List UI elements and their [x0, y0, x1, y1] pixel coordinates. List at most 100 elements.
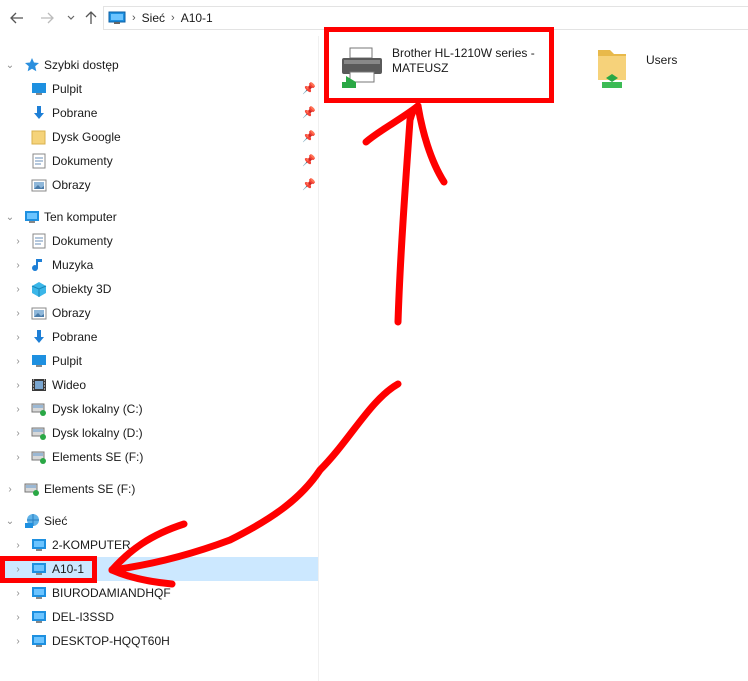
- annotation-box-printer: [324, 27, 554, 103]
- tree-label: DEL-I3SSD: [52, 610, 115, 624]
- chevron-right-icon[interactable]: ›: [12, 229, 24, 253]
- chevron-right-icon[interactable]: ›: [4, 477, 16, 501]
- chevron-down-icon: [67, 15, 75, 20]
- tree-item-biurodamiandhqf[interactable]: › BIURODAMIANDHQF: [0, 581, 318, 605]
- tree-item-dokumenty-pc[interactable]: › Dokumenty: [0, 229, 318, 253]
- tree-label: Wideo: [52, 378, 87, 392]
- breadcrumb-separator[interactable]: ›: [171, 12, 175, 24]
- tree-label: Dysk lokalny (C:): [52, 402, 143, 416]
- computer-icon: [32, 587, 46, 599]
- chevron-right-icon[interactable]: ›: [12, 253, 24, 277]
- pin-icon[interactable]: 📌: [302, 154, 316, 168]
- computer-icon: [32, 611, 46, 623]
- tree-label: Dysk lokalny (D:): [52, 426, 143, 440]
- video-icon: [32, 379, 46, 391]
- tree-item-pulpit[interactable]: Pulpit 📌: [0, 77, 318, 101]
- tree-label: BIURODAMIANDHQF: [52, 586, 171, 600]
- chevron-down-icon[interactable]: ⌄: [4, 53, 16, 77]
- tree-this-pc[interactable]: ⌄ Ten komputer: [0, 205, 318, 229]
- tree-label: Dokumenty: [52, 234, 113, 248]
- tree-item-obiekty-3d[interactable]: › Obiekty 3D: [0, 277, 318, 301]
- tree-item-drive-c[interactable]: › Dysk lokalny (C:): [0, 397, 318, 421]
- desktop-icon: [32, 83, 46, 95]
- tree-item-del-i3ssd[interactable]: › DEL-I3SSD: [0, 605, 318, 629]
- recent-locations-button[interactable]: [64, 6, 78, 30]
- pictures-icon: [31, 307, 47, 320]
- chevron-right-icon[interactable]: ›: [12, 605, 24, 629]
- tree-label: Pulpit: [52, 82, 83, 96]
- pane-splitter[interactable]: [318, 36, 319, 681]
- tree-item-muzyka[interactable]: › Muzyka: [0, 253, 318, 277]
- tree-item-dysk-google[interactable]: Dysk Google 📌: [0, 125, 318, 149]
- tree-item-dokumenty[interactable]: Dokumenty 📌: [0, 149, 318, 173]
- pin-icon[interactable]: 📌: [302, 82, 316, 96]
- tree-item-pulpit-pc[interactable]: › Pulpit: [0, 349, 318, 373]
- tree-label: Muzyka: [52, 258, 94, 272]
- tree-item-drive-d[interactable]: › Dysk lokalny (D:): [0, 421, 318, 445]
- tree-quick-access[interactable]: ⌄ Szybki dostęp: [0, 53, 318, 77]
- chevron-right-icon[interactable]: ›: [12, 445, 24, 469]
- chevron-right-icon[interactable]: ›: [12, 277, 24, 301]
- 3d-objects-icon: [31, 282, 47, 297]
- tree-item-obrazy[interactable]: Obrazy 📌: [0, 173, 318, 197]
- chevron-right-icon[interactable]: ›: [12, 373, 24, 397]
- pictures-icon: [31, 179, 47, 192]
- documents-icon: [32, 153, 46, 169]
- tree-label: DESKTOP-HQQT60H: [52, 634, 170, 648]
- pin-icon[interactable]: 📌: [302, 178, 316, 192]
- tree-item-obrazy-pc[interactable]: › Obrazy: [0, 301, 318, 325]
- computer-icon: [32, 539, 46, 551]
- breadcrumb-a10-1[interactable]: A10-1: [181, 11, 213, 25]
- download-icon: [34, 106, 44, 119]
- tree-network[interactable]: ⌄ Sieć: [0, 509, 318, 533]
- chevron-right-icon[interactable]: ›: [12, 349, 24, 373]
- drive-icon: [31, 427, 46, 440]
- up-button[interactable]: [80, 6, 102, 30]
- tree-item-pobrane-pc[interactable]: › Pobrane: [0, 325, 318, 349]
- star-icon: [25, 58, 39, 72]
- breadcrumb-network[interactable]: Sieć: [142, 11, 165, 25]
- tree-item-drive-f[interactable]: › Elements SE (F:): [0, 445, 318, 469]
- tree-label: Pulpit: [52, 354, 83, 368]
- tree-label: Dokumenty: [52, 154, 113, 168]
- tree-label: Elements SE (F:): [52, 450, 144, 464]
- users-tile[interactable]: Users: [590, 40, 730, 96]
- forward-button[interactable]: [36, 6, 58, 30]
- annotation-arrowhead-up-left: [362, 102, 422, 146]
- network-icon: [25, 514, 39, 528]
- tree-label: Ten komputer: [44, 210, 117, 224]
- chevron-right-icon[interactable]: ›: [12, 533, 24, 557]
- back-button[interactable]: [6, 6, 28, 30]
- drive-icon: [31, 451, 46, 464]
- chevron-right-icon[interactable]: ›: [12, 421, 24, 445]
- breadcrumb-separator[interactable]: ›: [132, 12, 136, 24]
- shared-folder-icon: [598, 50, 626, 88]
- chevron-right-icon[interactable]: ›: [12, 629, 24, 653]
- chevron-right-icon[interactable]: ›: [12, 397, 24, 421]
- tree-item-wideo[interactable]: › Wideo: [0, 373, 318, 397]
- pin-icon[interactable]: 📌: [302, 106, 316, 120]
- forward-arrow-icon: [41, 12, 54, 24]
- download-icon: [34, 330, 44, 343]
- music-icon: [32, 259, 42, 272]
- tree-item-pobrane[interactable]: Pobrane 📌: [0, 101, 318, 125]
- tree-elements-se-root[interactable]: › Elements SE (F:): [0, 477, 318, 501]
- tree-label: Obrazy: [52, 178, 91, 192]
- network-computer-icon: [108, 11, 126, 24]
- computer-icon: [25, 211, 39, 223]
- chevron-down-icon[interactable]: ⌄: [4, 509, 16, 533]
- chevron-right-icon[interactable]: ›: [12, 301, 24, 325]
- drive-icon: [31, 403, 46, 416]
- tree-label: Szybki dostęp: [44, 58, 119, 72]
- chevron-right-icon[interactable]: ›: [12, 581, 24, 605]
- chevron-down-icon[interactable]: ⌄: [4, 205, 16, 229]
- tree-label: Pobrane: [52, 106, 98, 120]
- tree-item-desktop-hqqt60h[interactable]: › DESKTOP-HQQT60H: [0, 629, 318, 653]
- tree-label: 2-KOMPUTER: [52, 538, 131, 552]
- users-label: Users: [646, 53, 678, 67]
- tree-item-2-komputer[interactable]: › 2-KOMPUTER: [0, 533, 318, 557]
- tree-label: Pobrane: [52, 330, 98, 344]
- up-arrow-icon: [85, 11, 97, 24]
- chevron-right-icon[interactable]: ›: [12, 325, 24, 349]
- pin-icon[interactable]: 📌: [302, 130, 316, 144]
